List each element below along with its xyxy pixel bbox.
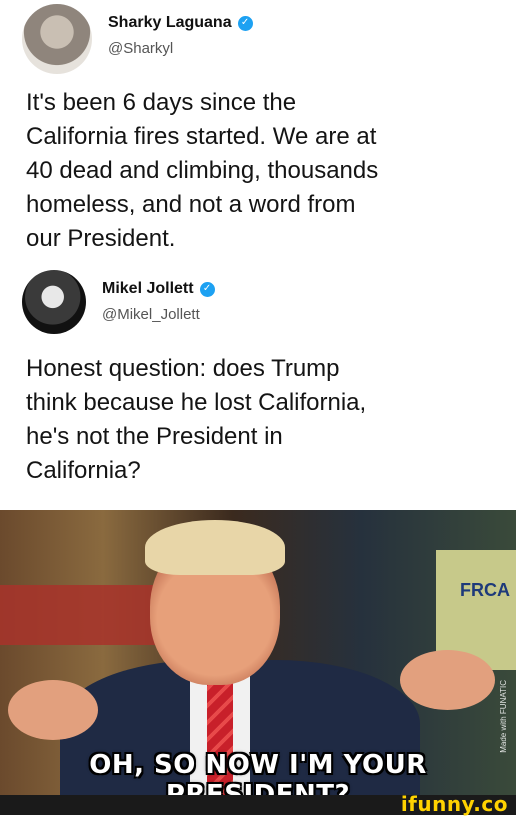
background-sign-text: FRCA xyxy=(460,580,510,600)
user-names: Sharky Laguana ✓ @Sharkyl xyxy=(108,14,253,57)
side-watermark: Made with FUNATIC xyxy=(499,680,508,753)
tweet-header: Mikel Jollett ✓ @Mikel_Jollett xyxy=(22,270,215,334)
meme-image: FRCA Made with FUNATIC OH, SO NOW I'M YO… xyxy=(0,510,516,795)
display-name-row: Sharky Laguana ✓ xyxy=(108,14,253,32)
user-names: Mikel Jollett ✓ @Mikel_Jollett xyxy=(102,280,215,323)
verified-badge-icon: ✓ xyxy=(237,15,253,31)
user-handle[interactable]: @Mikel_Jollett xyxy=(102,306,215,323)
display-name-row: Mikel Jollett ✓ xyxy=(102,280,215,298)
ifunny-watermark[interactable]: ifunny.co xyxy=(401,792,508,816)
avatar[interactable] xyxy=(22,270,86,334)
meme-caption: OH, SO NOW I'M YOUR PRESIDENT? xyxy=(89,750,427,795)
verified-badge-icon: ✓ xyxy=(199,281,215,297)
tweet-text: It's been 6 days since the California fi… xyxy=(26,89,379,252)
display-name[interactable]: Sharky Laguana xyxy=(108,14,232,32)
user-handle[interactable]: @Sharkyl xyxy=(108,40,253,57)
figure-hair xyxy=(145,520,285,575)
figure-right-hand xyxy=(400,650,495,710)
footer-bar: ifunny.co xyxy=(0,792,516,816)
tweet-header: Sharky Laguana ✓ @Sharkyl xyxy=(22,4,253,74)
display-name[interactable]: Mikel Jollett xyxy=(102,280,194,298)
tweet-card-mikel: Mikel Jollett ✓ @Mikel_Jollett Honest qu… xyxy=(0,262,516,510)
figure-left-hand xyxy=(8,680,98,740)
avatar[interactable] xyxy=(22,4,92,74)
tweet-text: Honest question: does Trump think becaus… xyxy=(26,355,367,484)
tweet-card-sharky: Sharky Laguana ✓ @Sharkyl It's been 6 da… xyxy=(0,0,516,262)
